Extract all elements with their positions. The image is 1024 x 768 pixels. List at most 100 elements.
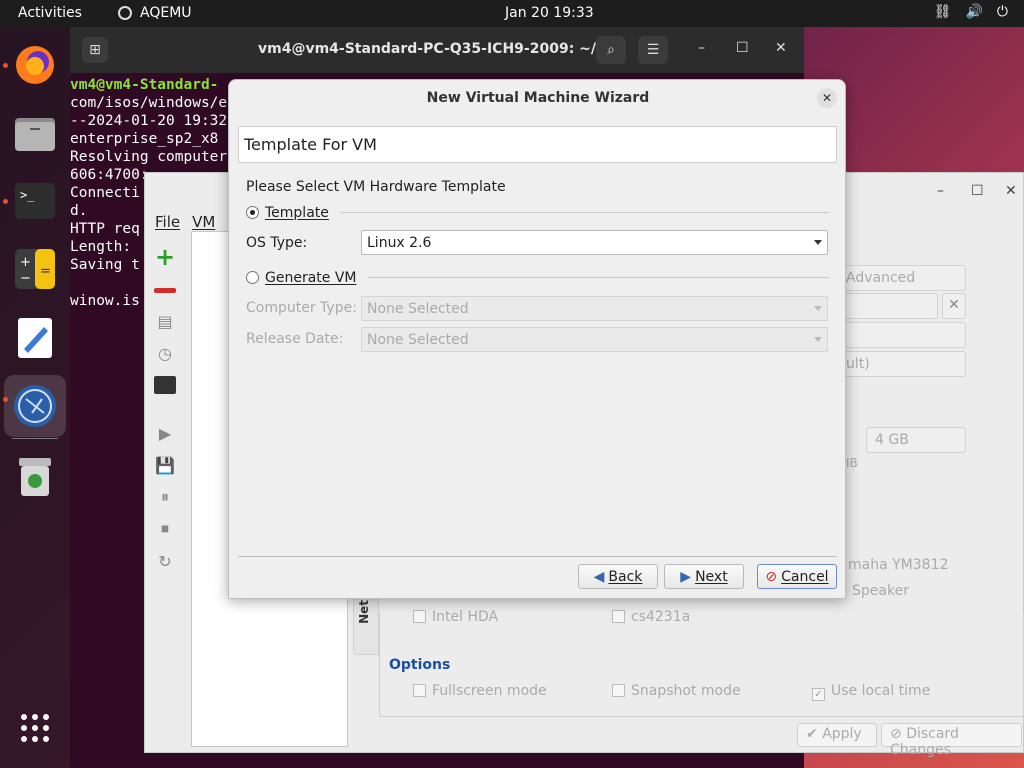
terminal-title: vm4@vm4-Standard-PC-Q35-ICH9-2009: ~/iso <box>258 41 619 57</box>
snapshot-checkbox[interactable]: Snapshot mode <box>612 683 741 699</box>
text-editor-icon[interactable] <box>11 314 59 362</box>
stop-icon[interactable]: ⏹ <box>153 517 177 541</box>
dock: >_ + − = <box>0 27 70 768</box>
release-date-select[interactable]: None Selected <box>361 327 828 352</box>
os-type-label: OS Type: <box>246 235 308 251</box>
default-combo[interactable]: ult) <box>837 351 966 377</box>
cpu-combo[interactable] <box>837 322 966 348</box>
footer-divider <box>238 556 837 557</box>
discard-icon: ⊘ <box>890 726 902 742</box>
localtime-checkbox[interactable]: ✓ Use local time <box>812 683 930 701</box>
memory-combo[interactable]: 4 GB <box>866 427 966 453</box>
snapshot-label: Snapshot mode <box>631 683 741 699</box>
machine-combo[interactable] <box>837 293 938 319</box>
options-panel <box>379 613 1024 717</box>
os-type-select[interactable]: Linux 2.6 <box>361 230 828 255</box>
section-label: Please Select VM Hardware Template <box>246 179 506 195</box>
running-indicator <box>3 63 8 68</box>
maximize-icon[interactable]: ☐ <box>736 40 749 56</box>
terminal-titlebar[interactable]: ⊞ vm4@vm4-Standard-PC-Q35-ICH9-2009: ~/i… <box>70 27 804 73</box>
arrow-left-icon: ◀ <box>593 568 605 585</box>
computer-type-label: Computer Type: <box>246 300 357 316</box>
volume-icon[interactable]: 🔊 <box>965 4 982 20</box>
new-tab-icon[interactable]: ⊞ <box>82 37 108 63</box>
clock-icon[interactable]: ◷ <box>153 341 177 365</box>
svg-text:+: + <box>20 255 31 270</box>
console-icon[interactable] <box>153 373 177 397</box>
clear-icon[interactable]: ✕ <box>942 293 966 319</box>
divider <box>367 277 829 278</box>
menu-bar: File VM <box>155 213 215 231</box>
close-icon[interactable]: ✕ <box>817 88 837 108</box>
pause-icon[interactable]: ⏸ <box>153 485 177 509</box>
svg-text:=: = <box>40 264 51 279</box>
localtime-label: Use local time <box>831 683 931 699</box>
next-button[interactable]: ▶ Next <box>664 564 744 589</box>
back-button[interactable]: ◀ Back <box>578 564 658 589</box>
search-icon[interactable]: ⌕ <box>596 36 626 64</box>
activities-button[interactable]: Activities <box>18 5 82 21</box>
svg-text:>_: >_ <box>20 188 35 202</box>
close-icon[interactable]: ✕ <box>775 40 787 56</box>
release-date-label: Release Date: <box>246 331 344 347</box>
memory-unit: IB <box>846 456 858 470</box>
dock-separator <box>12 438 58 439</box>
computer-type-select[interactable]: None Selected <box>361 296 828 321</box>
chevron-down-icon <box>814 306 822 311</box>
minimize-icon[interactable]: – <box>937 183 944 199</box>
trash-icon[interactable] <box>11 453 59 501</box>
save-icon[interactable]: 💾 <box>153 453 177 477</box>
options-heading: Options <box>389 657 451 673</box>
files-icon[interactable] <box>11 109 59 157</box>
show-apps-icon[interactable] <box>11 704 59 752</box>
app-menu[interactable]: AQEMU <box>118 5 192 21</box>
fullscreen-checkbox[interactable]: Fullscreen mode <box>413 683 547 699</box>
dialog-title: New Virtual Machine Wizard <box>426 90 650 106</box>
firefox-icon[interactable] <box>11 41 59 89</box>
radio-unchecked-icon <box>246 271 259 284</box>
cancel-button[interactable]: ⊘ Cancel <box>757 564 837 589</box>
calculator-icon[interactable]: + − = <box>11 245 59 293</box>
sound-yamaha[interactable]: maha YM3812 <box>848 557 948 573</box>
top-bar: Activities AQEMU Jan 20 19:33 ⛓ 🔊 ⏻ <box>0 0 1024 27</box>
fullscreen-label: Fullscreen mode <box>432 683 547 699</box>
vm-settings-icon[interactable]: ▤ <box>153 309 177 333</box>
remove-vm-icon[interactable] <box>153 278 177 302</box>
sound-speaker[interactable]: Speaker <box>852 583 909 599</box>
aqemu-dock-icon[interactable] <box>4 375 66 437</box>
arrow-right-icon: ▶ <box>680 568 692 585</box>
add-vm-icon[interactable]: + <box>153 243 177 271</box>
menu-vm[interactable]: VM <box>192 213 215 231</box>
terminal-icon[interactable]: >_ <box>11 177 59 225</box>
generate-vm-radio[interactable]: Generate VM <box>246 270 357 286</box>
chevron-down-icon <box>814 337 822 342</box>
app-name: AQEMU <box>140 5 192 21</box>
close-icon[interactable]: ✕ <box>1005 183 1017 199</box>
maximize-icon[interactable]: ☐ <box>971 183 984 199</box>
new-vm-wizard-dialog[interactable]: New Virtual Machine Wizard ✕ Template Fo… <box>228 79 846 599</box>
cancel-icon: ⊘ <box>765 568 778 585</box>
discard-button[interactable]: ⊘ Discard Changes <box>881 723 1022 758</box>
running-indicator <box>3 397 8 402</box>
network-icon[interactable]: ⛓ <box>934 4 952 20</box>
running-indicator <box>3 199 8 204</box>
svg-text:−: − <box>20 271 31 286</box>
radio-checked-icon <box>246 206 259 219</box>
template-radio[interactable]: Template <box>246 205 329 221</box>
chevron-down-icon <box>814 240 822 245</box>
aqemu-app-icon <box>118 6 132 20</box>
menu-icon[interactable]: ☰ <box>638 36 668 64</box>
divider <box>341 212 829 213</box>
wizard-page-header: Template For VM <box>238 126 837 163</box>
play-icon[interactable]: ▶ <box>153 421 177 445</box>
advanced-button[interactable]: Advanced <box>837 265 966 291</box>
menu-file[interactable]: File <box>155 213 180 231</box>
power-icon[interactable]: ⏻ <box>997 4 1008 20</box>
minimize-icon[interactable]: – <box>698 40 705 56</box>
system-tray[interactable]: ⛓ 🔊 ⏻ <box>934 4 1008 20</box>
check-icon: ✔ <box>806 726 818 742</box>
tab-network[interactable]: Net <box>353 595 379 655</box>
clock[interactable]: Jan 20 19:33 <box>505 5 594 21</box>
reset-icon[interactable]: ↻ <box>153 549 177 573</box>
apply-button[interactable]: ✔ Apply <box>797 723 877 747</box>
